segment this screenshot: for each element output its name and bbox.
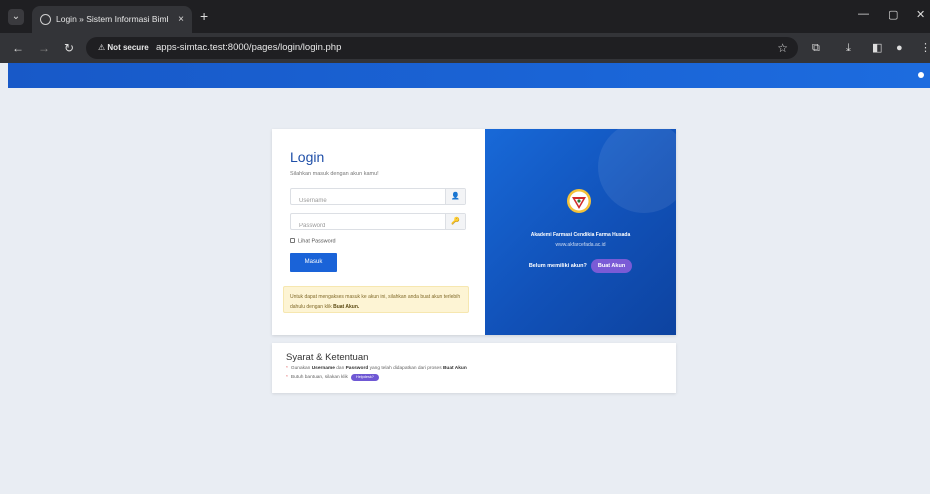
maximize-icon[interactable]: ▢ (888, 8, 898, 21)
terms-item: * Butuh bantuan, silakan klik Helpdesk? (286, 373, 662, 382)
url-text[interactable]: apps-simtac.test:8000/pages/login/login.… (156, 37, 341, 59)
browser-tab-strip: ⌄ Login » Sistem Informasi Bimbi × + — ▢… (0, 0, 930, 33)
show-password-checkbox[interactable]: Lihat Password (290, 238, 336, 246)
register-prompt: Belum memiliki akun? Buat Akun (485, 259, 676, 273)
status-dot (918, 72, 924, 78)
terms-text: Butuh bantuan, silakan klik (290, 375, 348, 380)
login-submit-button[interactable]: Masuk (290, 253, 337, 272)
browser-tab[interactable]: Login » Sistem Informasi Bimbi × (32, 6, 192, 33)
password-input[interactable] (291, 218, 441, 234)
register-button[interactable]: Buat Akun (590, 259, 633, 273)
alert-text: Untuk dapat mengakses masuk ke akun ini,… (290, 294, 461, 310)
password-field-group: 🔑 (290, 213, 466, 234)
key-icon: 🔑 (445, 214, 465, 229)
download-icon[interactable]: ⤓ (846, 42, 851, 54)
profile-avatar-icon[interactable]: ● (896, 42, 903, 54)
bullet-icon: * (286, 375, 288, 380)
globe-icon (40, 14, 51, 25)
checkbox-icon[interactable] (290, 238, 295, 243)
app-header-bar (8, 63, 930, 88)
institution-logo (567, 189, 591, 213)
register-question: Belum memiliki akun? (528, 263, 587, 269)
login-form-panel: Login Silahkan masuk dengan akun kamu! 👤… (272, 129, 485, 335)
not-secure-label: Not secure (107, 43, 149, 52)
terms-title: Syarat & Ketentuan (286, 352, 369, 363)
extensions-icon[interactable]: ⧉ (812, 42, 820, 54)
alert-register-link[interactable]: Buat Akun. (333, 304, 359, 310)
helpdesk-button[interactable]: Helpdesk? (350, 374, 379, 381)
login-subtitle: Silahkan masuk dengan akun kamu! (290, 171, 379, 177)
login-card: Login Silahkan masuk dengan akun kamu! 👤… (272, 129, 676, 335)
forward-icon[interactable]: → (38, 41, 50, 55)
warning-icon: ⚠ (98, 43, 108, 52)
terms-text: yang telah didapatkan dari proses (369, 366, 442, 371)
side-panel-icon[interactable]: ◧ (872, 42, 882, 54)
institution-name: Akademi Farmasi Cendikia Farma Husada (530, 232, 631, 238)
terms-password: Password (345, 366, 369, 371)
bullet-icon: * (286, 366, 288, 371)
address-bar[interactable]: ⚠ Not secure apps-simtac.test:8000/pages… (86, 37, 798, 59)
institution-website: www.akfarcefada.ac.id (555, 242, 606, 248)
show-password-label: Lihat Password (298, 238, 336, 245)
decorative-circle (598, 129, 676, 213)
terms-text: Gunakan (290, 366, 311, 371)
terms-username: Username (311, 366, 335, 371)
menu-kebab-icon[interactable]: ⋮ (920, 42, 930, 54)
close-window-icon[interactable]: ✕ (916, 8, 925, 21)
username-field-group: 👤 (290, 188, 466, 209)
new-tab-button[interactable]: + (200, 8, 208, 24)
terms-item: * Gunakan Username dan Password yang tela… (286, 364, 662, 373)
browser-toolbar: ← → ↻ ⚠ Not secure apps-simtac.test:8000… (0, 33, 930, 63)
terms-card: Syarat & Ketentuan * Gunakan Username dan… (272, 343, 676, 393)
terms-register-link: Buat Akun (442, 366, 467, 371)
close-tab-icon[interactable]: × (178, 6, 184, 33)
institution-panel: Akademi Farmasi Cendikia Farma Husada ww… (485, 129, 676, 335)
user-icon: 👤 (445, 189, 465, 204)
login-title: Login (290, 149, 325, 165)
reload-icon[interactable]: ↻ (64, 41, 74, 55)
username-input[interactable] (291, 193, 441, 209)
bookmark-star-icon[interactable]: ☆ (777, 37, 788, 59)
minimize-icon[interactable]: — (858, 8, 869, 20)
info-alert: Untuk dapat mengakses masuk ke akun ini,… (283, 286, 469, 313)
back-icon[interactable]: ← (12, 41, 24, 55)
tab-search-icon[interactable]: ⌄ (8, 9, 24, 25)
security-indicator[interactable]: ⚠ Not secure (94, 41, 155, 55)
tab-title: Login » Sistem Informasi Bimbi (56, 14, 168, 24)
terms-text: dan (336, 366, 345, 371)
